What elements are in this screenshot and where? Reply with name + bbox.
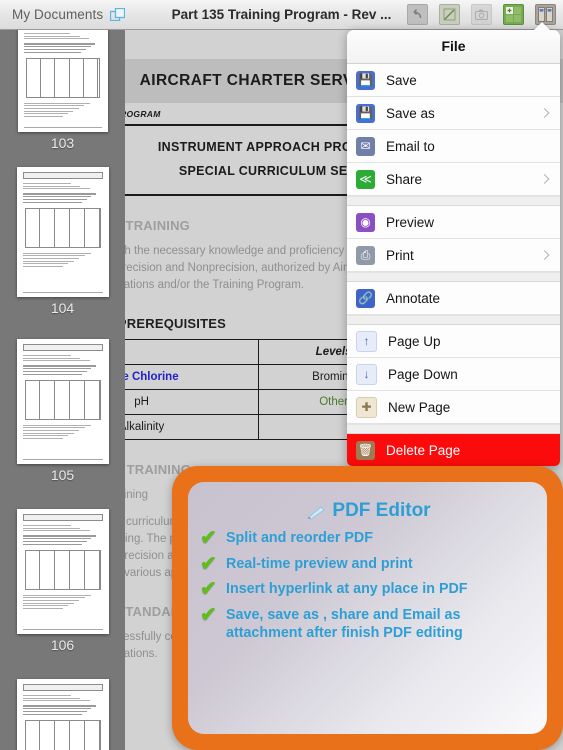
check-icon: ✔ bbox=[200, 578, 217, 600]
top-toolbar: My Documents Part 135 Training Program -… bbox=[0, 0, 563, 30]
promo-feature-label: Split and reorder PDF bbox=[226, 530, 373, 546]
promo-title-row: PDF Editor bbox=[200, 500, 537, 522]
menu-item-label: Annotate bbox=[386, 290, 441, 306]
menu-item-save[interactable]: 💾 Save bbox=[347, 64, 560, 97]
trash-icon: 🗑 bbox=[356, 440, 375, 460]
chevron-right-icon bbox=[539, 250, 550, 260]
menu-separator bbox=[347, 315, 560, 325]
floppy-disk-plus-icon: 💾 bbox=[356, 103, 375, 123]
popover-caret bbox=[533, 22, 551, 31]
thumbnail-page-number: 103 bbox=[50, 135, 75, 151]
thumbnail-preview bbox=[17, 167, 109, 293]
thumbnail-item[interactable]: 106 bbox=[0, 509, 125, 653]
menu-item-print[interactable]: ⎙ Print bbox=[347, 239, 560, 272]
menu-item-label: Save bbox=[386, 72, 417, 88]
page-thumbnail[interactable] bbox=[16, 509, 109, 634]
printer-icon: ⎙ bbox=[356, 245, 375, 265]
menu-item-label: Preview bbox=[386, 214, 435, 230]
undo-icon[interactable] bbox=[407, 4, 428, 25]
camera-icon[interactable] bbox=[471, 4, 492, 25]
menu-item-label: Print bbox=[386, 247, 414, 263]
thumbnail-item[interactable] bbox=[0, 679, 125, 750]
pen-icon bbox=[306, 504, 326, 520]
arrow-up-icon: ↑ bbox=[356, 330, 377, 352]
menu-item-page-up[interactable]: ↑ Page Up bbox=[347, 325, 560, 358]
thumbnail-page-number: 105 bbox=[50, 467, 75, 483]
file-menu-header: File bbox=[347, 30, 560, 64]
envelope-icon: ✉ bbox=[356, 136, 375, 156]
menu-item-label: Page Down bbox=[388, 366, 458, 382]
promo-feature-list: ✔ Split and reorder PDF ✔ Real-time preview… bbox=[200, 527, 537, 643]
eye-icon: ◉ bbox=[356, 212, 375, 232]
menu-item-share[interactable]: ≪ Share bbox=[347, 163, 560, 196]
check-icon: ✔ bbox=[200, 527, 217, 549]
thumbnail-item[interactable]: 105 bbox=[0, 339, 125, 483]
menu-separator bbox=[347, 272, 560, 282]
page-thumbnail[interactable] bbox=[17, 29, 108, 132]
thumbnail-preview bbox=[17, 679, 109, 750]
menu-item-label: Save as bbox=[386, 105, 435, 121]
signature-icon[interactable] bbox=[439, 4, 460, 25]
page-thumbnail[interactable] bbox=[16, 679, 109, 750]
share-nodes-icon: ≪ bbox=[356, 169, 375, 189]
menu-item-page-down[interactable]: ↓ Page Down bbox=[347, 358, 560, 391]
menu-item-annotate[interactable]: 🔗 Annotate bbox=[347, 282, 560, 315]
menu-item-new-page[interactable]: ✚ New Page bbox=[347, 391, 560, 424]
floppy-disk-icon: 💾 bbox=[356, 70, 375, 90]
thumbnail-preview bbox=[18, 29, 108, 128]
thumbnail-page-number: 106 bbox=[50, 637, 75, 653]
menu-item-label: New Page bbox=[388, 399, 451, 415]
external-window-icon[interactable] bbox=[110, 7, 126, 22]
page-thumbnail-sidebar[interactable]: 103 104 105 106 bbox=[0, 29, 125, 750]
pen-link-icon: 🔗 bbox=[356, 288, 375, 308]
menu-item-preview[interactable]: ◉ Preview bbox=[347, 206, 560, 239]
promo-feature: ✔ Real-time preview and print bbox=[200, 552, 537, 575]
promo-feature-label: Insert hyperlink at any place in PDF bbox=[226, 581, 468, 597]
promo-feature: ✔ Insert hyperlink at any place in PDF bbox=[200, 578, 537, 600]
menu-item-delete-page[interactable]: 🗑 Delete Page bbox=[347, 434, 560, 466]
menu-item-email-to[interactable]: ✉ Email to bbox=[347, 130, 560, 163]
app-root: AIRCRAFT CHARTER SERVICES, INC. PART 135… bbox=[0, 0, 563, 750]
file-menu-popover[interactable]: File 💾 Save 💾 Save as ✉ Email to ≪ Share ◉ Previe… bbox=[347, 30, 560, 466]
file-menu-items[interactable]: 💾 Save 💾 Save as ✉ Email to ≪ Share ◉ Preview ⎙ Pri… bbox=[347, 64, 560, 466]
promo-feature-label: Save, save as , share and Email as attac… bbox=[226, 606, 463, 642]
my-documents-button[interactable]: My Documents bbox=[12, 7, 126, 22]
thumbnail-item[interactable]: 103 bbox=[0, 29, 125, 151]
chevron-right-icon bbox=[539, 108, 550, 118]
promo-feature-label: Real-time preview and print bbox=[226, 555, 413, 572]
page-thumbnail[interactable] bbox=[16, 339, 109, 464]
promo-feature: ✔ Save, save as , share and Email as atta… bbox=[200, 603, 537, 643]
thumbnail-preview bbox=[17, 509, 109, 630]
menu-item-save-as[interactable]: 💾 Save as bbox=[347, 97, 560, 130]
check-icon: ✔ bbox=[200, 603, 217, 626]
chevron-right-icon bbox=[539, 174, 550, 184]
new-page-icon: ✚ bbox=[356, 396, 377, 418]
promo-overlay[interactable]: PDF Editor ✔ Split and reorder PDF ✔ Real-t… bbox=[172, 466, 563, 750]
menu-item-label: Email to bbox=[386, 138, 435, 154]
arrow-down-icon: ↓ bbox=[356, 363, 377, 385]
promo-card: PDF Editor ✔ Split and reorder PDF ✔ Real-t… bbox=[188, 482, 547, 734]
page-thumbnail[interactable] bbox=[16, 167, 109, 297]
thumbnail-preview bbox=[17, 339, 109, 460]
menu-item-label: Share bbox=[386, 171, 423, 187]
menu-item-label: Delete Page bbox=[386, 442, 461, 458]
menu-separator bbox=[347, 424, 560, 434]
check-icon: ✔ bbox=[200, 552, 217, 575]
thumbnail-page-number: 104 bbox=[50, 300, 75, 316]
menu-item-label: Page Up bbox=[388, 333, 441, 349]
promo-feature: ✔ Split and reorder PDF bbox=[200, 527, 537, 549]
promo-title: PDF Editor bbox=[332, 500, 431, 521]
thumbnail-item[interactable]: 104 bbox=[0, 167, 125, 316]
page-grid-icon[interactable] bbox=[503, 4, 524, 25]
my-documents-label: My Documents bbox=[12, 7, 104, 22]
menu-separator bbox=[347, 196, 560, 206]
